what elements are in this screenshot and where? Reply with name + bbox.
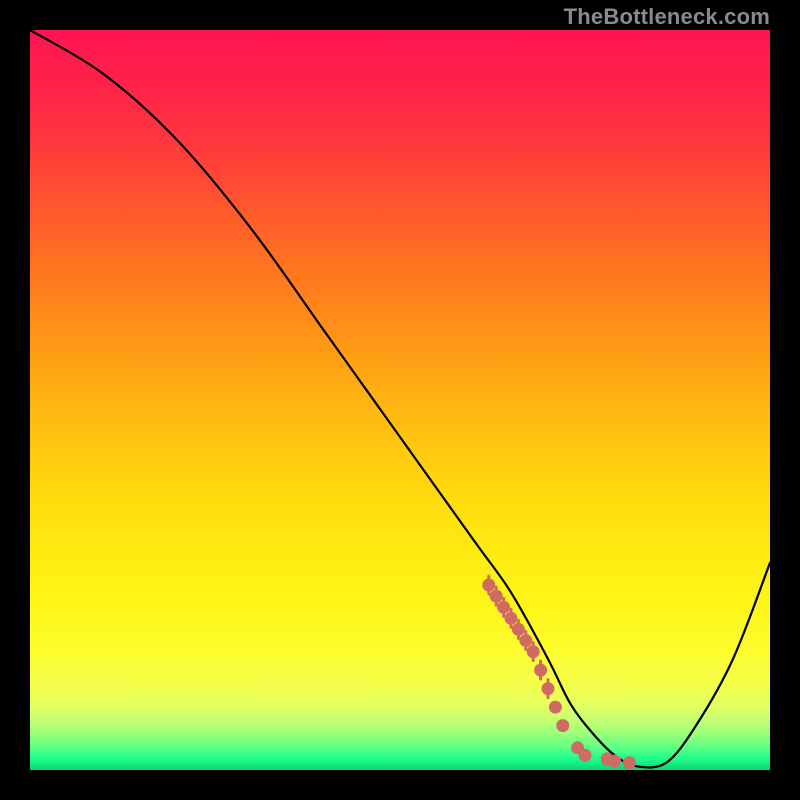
marker-dot <box>556 719 569 732</box>
watermark-text: TheBottleneck.com <box>564 4 770 30</box>
highlight-markers <box>482 576 636 769</box>
marker-dot <box>608 755 621 768</box>
chart-frame: TheBottleneck.com <box>0 0 800 800</box>
marker-dot <box>623 756 636 769</box>
marker-dot <box>549 701 562 714</box>
marker-dot <box>579 749 592 762</box>
chart-overlay <box>30 30 770 770</box>
bottleneck-curve <box>30 30 770 767</box>
